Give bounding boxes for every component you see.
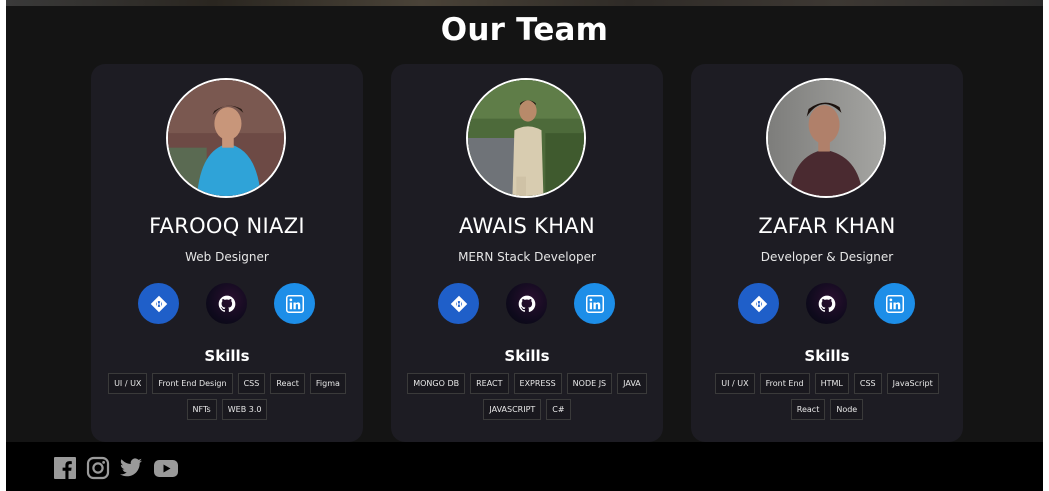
skill-chip: React	[790, 399, 826, 420]
avatar-photo	[768, 80, 884, 196]
hashnode-icon: H	[150, 295, 167, 312]
avatar	[166, 78, 286, 198]
team-card-awais: AWAIS KHAN MERN Stack Developer H Skills…	[391, 64, 663, 442]
hero-image-strip	[6, 0, 1043, 6]
skill-chip: JAVASCRIPT	[483, 399, 542, 420]
skill-chip: MONGO DB	[407, 373, 466, 394]
skill-chip: EXPRESS	[513, 373, 562, 394]
hashnode-icon: H	[450, 295, 467, 312]
twitter-icon	[120, 458, 142, 477]
twitter-link[interactable]	[119, 456, 143, 480]
skills-list: UI / UX Front End HTML CSS JavaScript Re…	[705, 373, 949, 420]
github-icon	[518, 295, 535, 312]
skill-chip: NFTs	[186, 399, 217, 420]
instagram-link[interactable]	[86, 456, 110, 480]
facebook-icon	[54, 457, 76, 479]
hashnode-link[interactable]: H	[738, 283, 779, 324]
skill-chip: React	[270, 373, 305, 394]
skill-chip: WEB 3.0	[221, 399, 268, 420]
linkedin-link[interactable]	[274, 283, 315, 324]
avatar-photo	[168, 80, 284, 196]
avatar-photo	[468, 80, 584, 196]
skill-chip: C#	[546, 399, 571, 420]
social-links: H	[391, 283, 663, 325]
skill-chip: Figma	[309, 373, 346, 394]
youtube-icon	[154, 460, 178, 477]
skill-chip: JavaScript	[886, 373, 939, 394]
linkedin-link[interactable]	[574, 283, 615, 324]
skills-heading: Skills	[804, 347, 850, 365]
skill-chip: UI / UX	[108, 373, 148, 394]
skills-heading: Skills	[204, 347, 250, 365]
skill-chip: CSS	[853, 373, 882, 394]
svg-text:H: H	[456, 300, 462, 308]
member-role: MERN Stack Developer	[458, 250, 596, 264]
skill-chip: REACT	[470, 373, 509, 394]
skill-chip: Node	[830, 399, 864, 420]
youtube-link[interactable]	[153, 456, 178, 480]
team-card-zafar: ZAFAR KHAN Developer & Designer H Skills…	[691, 64, 963, 442]
skills-list: UI / UX Front End Design CSS React Figma…	[105, 373, 349, 420]
social-links: H	[691, 283, 963, 325]
hashnode-link[interactable]: H	[138, 283, 179, 324]
svg-text:H: H	[156, 300, 162, 308]
facebook-link[interactable]	[53, 456, 77, 480]
team-card-farooq: FAROOQ NIAZI Web Designer H Skills UI / …	[91, 64, 363, 442]
github-link[interactable]	[506, 283, 547, 324]
skill-chip: Front End Design	[152, 373, 233, 394]
hashnode-icon: H	[750, 295, 767, 312]
member-name: FAROOQ NIAZI	[149, 214, 305, 238]
github-link[interactable]	[806, 283, 847, 324]
linkedin-icon	[285, 294, 304, 313]
member-name: ZAFAR KHAN	[758, 214, 896, 238]
github-icon	[818, 295, 835, 312]
avatar	[766, 78, 886, 198]
skills-heading: Skills	[504, 347, 550, 365]
section-title: Our Team	[440, 12, 609, 48]
page-frame: Our Team FAROOQ NIAZI Web Designer H Ski…	[6, 0, 1043, 491]
skill-chip: CSS	[237, 373, 266, 394]
linkedin-link[interactable]	[874, 283, 915, 324]
github-link[interactable]	[206, 283, 247, 324]
skill-chip: NODE JS	[566, 373, 613, 394]
hashnode-link[interactable]: H	[438, 283, 479, 324]
github-icon	[218, 295, 235, 312]
member-name: AWAIS KHAN	[458, 214, 596, 238]
skill-chip: JAVA	[617, 373, 647, 394]
linkedin-icon	[585, 294, 604, 313]
member-role: Developer & Designer	[760, 250, 894, 264]
skill-chip: HTML	[814, 373, 849, 394]
instagram-icon	[86, 456, 110, 480]
linkedin-icon	[885, 294, 904, 313]
avatar	[466, 78, 586, 198]
skills-list: MONGO DB REACT EXPRESS NODE JS JAVA JAVA…	[405, 373, 649, 420]
member-role: Web Designer	[185, 250, 269, 264]
skill-chip: Front End	[759, 373, 810, 394]
social-links: H	[91, 283, 363, 325]
footer	[6, 442, 1043, 491]
skill-chip: UI / UX	[715, 373, 755, 394]
svg-text:H: H	[756, 300, 762, 308]
